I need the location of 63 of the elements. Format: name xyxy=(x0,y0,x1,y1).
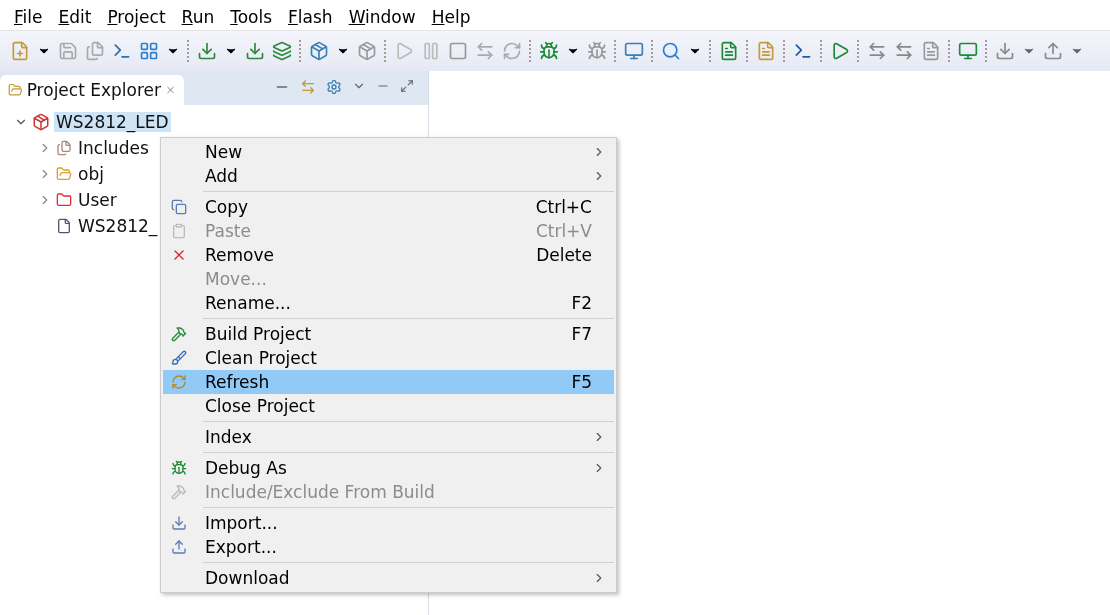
grid-icon[interactable] xyxy=(139,41,159,61)
menu-entry[interactable]: Import... xyxy=(163,511,614,535)
file-icon xyxy=(56,218,72,234)
menu-item[interactable]: Window xyxy=(342,5,422,29)
layers-icon[interactable] xyxy=(272,41,292,61)
copy-icon xyxy=(171,199,187,215)
tree-item[interactable]: obj xyxy=(76,164,106,184)
project-explorer-tab[interactable]: Project Explorer xyxy=(0,75,184,105)
document-icon[interactable] xyxy=(719,41,739,61)
import-icon xyxy=(171,515,187,531)
menu-item[interactable]: File xyxy=(8,5,49,29)
menu-entry[interactable]: Copy Ctrl+C xyxy=(163,195,614,219)
package-icon[interactable] xyxy=(357,41,377,61)
download-icon[interactable] xyxy=(245,41,265,61)
search-icon[interactable] xyxy=(661,41,681,61)
terminal-icon[interactable] xyxy=(793,41,813,61)
refresh-icon[interactable] xyxy=(502,41,522,61)
menu-entry[interactable]: Refresh F5 xyxy=(163,370,614,394)
download-icon[interactable] xyxy=(995,41,1015,61)
bug-icon xyxy=(171,460,187,476)
folder-icon xyxy=(56,166,72,182)
menu-item[interactable]: Project xyxy=(101,5,172,29)
menu-entry[interactable]: Debug As xyxy=(163,456,614,480)
menu-item[interactable]: Help xyxy=(425,5,477,29)
stop-icon[interactable] xyxy=(448,41,468,61)
bug-icon[interactable] xyxy=(539,41,559,61)
bug-icon[interactable] xyxy=(587,41,607,61)
export-icon xyxy=(171,539,187,555)
hammer-icon xyxy=(171,484,187,500)
folder-icon xyxy=(56,192,72,208)
clipboard-icon xyxy=(171,223,187,239)
hammer-icon xyxy=(171,326,187,342)
menu-entry[interactable]: Download xyxy=(163,566,614,590)
menu-item[interactable]: Edit xyxy=(52,5,98,29)
menu-entry[interactable]: Close Project xyxy=(163,394,614,418)
menu-entry[interactable]: Build Project F7 xyxy=(163,322,614,346)
menu-entry[interactable]: Rename... F2 xyxy=(163,291,614,315)
download-icon[interactable] xyxy=(197,41,217,61)
new-file-icon[interactable] xyxy=(10,41,30,61)
tree-item[interactable]: Includes xyxy=(76,138,151,158)
refresh-icon xyxy=(171,374,187,390)
menu-entry[interactable]: Export... xyxy=(163,535,614,559)
package-icon[interactable] xyxy=(309,41,329,61)
play-icon[interactable] xyxy=(830,41,850,61)
menu-item[interactable]: Flash xyxy=(282,5,339,29)
tree-item[interactable]: WS2812_LED xyxy=(54,112,171,132)
menu-entry[interactable]: New xyxy=(163,140,614,164)
monitor-icon[interactable] xyxy=(624,41,644,61)
menu-entry[interactable]: Remove Delete xyxy=(163,243,614,267)
monitor-icon[interactable] xyxy=(958,41,978,61)
upload-icon[interactable] xyxy=(1043,41,1063,61)
maximize-icon[interactable] xyxy=(400,79,414,93)
tree-item[interactable]: User xyxy=(76,190,119,210)
menu-item[interactable]: Run xyxy=(175,5,221,29)
menu-entry[interactable]: Clean Project xyxy=(163,346,614,370)
tree-item[interactable]: WS2812_ xyxy=(76,216,160,236)
copy-icon[interactable] xyxy=(85,41,105,61)
save-icon[interactable] xyxy=(58,41,78,61)
menu-item[interactable]: Tools xyxy=(224,5,279,29)
menu-entry[interactable]: Index xyxy=(163,425,614,449)
menu-entry[interactable]: Add xyxy=(163,164,614,188)
brush-icon xyxy=(171,350,187,366)
arrows-icon[interactable] xyxy=(475,41,495,61)
